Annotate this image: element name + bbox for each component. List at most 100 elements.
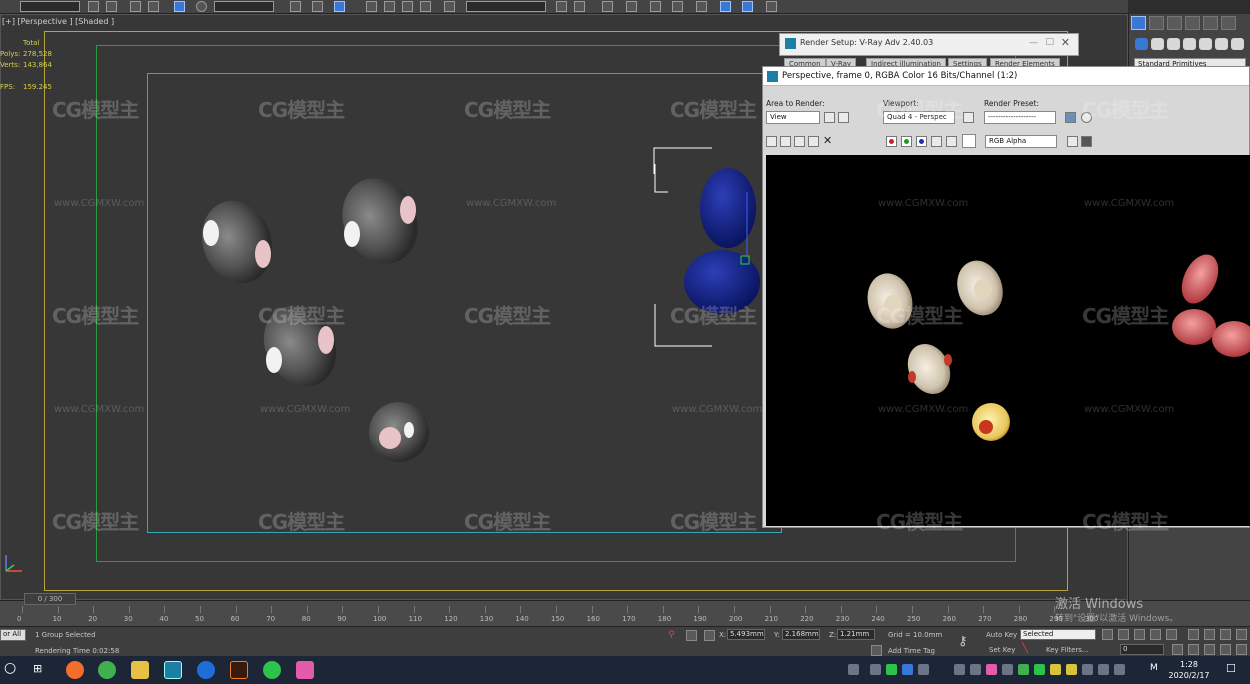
lock-viewport-icon[interactable] bbox=[963, 112, 974, 123]
named-selection-field[interactable] bbox=[466, 1, 546, 12]
space-warps-icon[interactable] bbox=[1215, 38, 1228, 50]
monochrome-icon[interactable] bbox=[946, 136, 957, 147]
system-clock[interactable]: 1:28 2020/2/17 bbox=[1164, 659, 1214, 681]
isolate-pin-icon[interactable]: ⚲ bbox=[668, 630, 679, 641]
tray-app-icon[interactable] bbox=[1034, 664, 1045, 675]
tray-app-icon[interactable] bbox=[1082, 664, 1093, 675]
tray-app-icon[interactable] bbox=[986, 664, 997, 675]
print-image-icon[interactable] bbox=[808, 136, 819, 147]
toggle-ui-overlay-icon[interactable] bbox=[1067, 136, 1078, 147]
script-listener-field[interactable]: or All bbox=[0, 629, 26, 641]
curve-editor-icon[interactable] bbox=[650, 1, 661, 12]
graphite-tools-icon[interactable] bbox=[626, 1, 637, 12]
auto-region-icon[interactable] bbox=[838, 112, 849, 123]
volume-icon[interactable] bbox=[1114, 664, 1125, 675]
rendered-frame-window[interactable]: Perspective, frame 0, RGBA Color 16 Bits… bbox=[762, 66, 1250, 528]
tray-app-icon[interactable] bbox=[970, 664, 981, 675]
zoom-extents-icon[interactable] bbox=[1220, 629, 1231, 640]
spinner-snap-icon[interactable] bbox=[420, 1, 431, 12]
illustrator-icon[interactable] bbox=[230, 661, 248, 679]
maximize-viewport-icon[interactable] bbox=[1236, 629, 1247, 640]
red-channel-icon[interactable] bbox=[886, 136, 897, 147]
mirror-icon[interactable] bbox=[556, 1, 567, 12]
time-config-icon[interactable] bbox=[1172, 644, 1183, 655]
geometry-icon[interactable] bbox=[1135, 38, 1148, 50]
display-tab[interactable] bbox=[1203, 16, 1218, 30]
tray-app-icon[interactable] bbox=[1066, 664, 1077, 675]
time-tag-icon[interactable] bbox=[871, 645, 882, 656]
rect-selection-icon[interactable] bbox=[130, 1, 141, 12]
file-explorer-icon[interactable] bbox=[131, 661, 149, 679]
motion-tab[interactable] bbox=[1185, 16, 1200, 30]
snaps-toggle-icon[interactable] bbox=[366, 1, 377, 12]
notifications-icon[interactable]: ☐ bbox=[1226, 662, 1236, 675]
clear-icon[interactable]: ✕ bbox=[823, 134, 832, 147]
tray-app-icon[interactable] bbox=[870, 664, 881, 675]
alpha-channel-icon[interactable] bbox=[931, 136, 942, 147]
minimize-icon[interactable]: — bbox=[1029, 38, 1038, 48]
helpers-icon[interactable] bbox=[1199, 38, 1212, 50]
render-production-icon[interactable] bbox=[766, 1, 777, 12]
copy-image-icon[interactable] bbox=[780, 136, 791, 147]
cell-object-1[interactable] bbox=[191, 191, 284, 293]
current-frame-field[interactable]: 0 bbox=[1120, 644, 1164, 655]
go-to-end-icon[interactable] bbox=[1166, 629, 1177, 640]
pan-icon[interactable] bbox=[1204, 644, 1215, 655]
selection-set-field[interactable] bbox=[20, 1, 80, 12]
frame-window-titlebar[interactable]: Perspective, frame 0, RGBA Color 16 Bits… bbox=[763, 67, 1249, 86]
x-coordinate-field[interactable]: 5.493mm bbox=[727, 629, 765, 640]
cell-object-2[interactable] bbox=[329, 166, 431, 276]
edge-icon[interactable] bbox=[197, 661, 215, 679]
edit-named-sets-icon[interactable] bbox=[444, 1, 455, 12]
wechat-tray-icon[interactable] bbox=[886, 664, 897, 675]
wechat-icon[interactable] bbox=[263, 661, 281, 679]
set-key-button[interactable]: Set Key bbox=[989, 646, 1015, 654]
people-icon[interactable] bbox=[848, 664, 859, 675]
add-time-tag[interactable]: Add Time Tag bbox=[888, 647, 935, 655]
close-icon[interactable]: ✕ bbox=[1061, 36, 1070, 49]
render-setup-window[interactable]: Render Setup: V-Ray Adv 2.40.03 — □ ✕ Co… bbox=[779, 33, 1079, 69]
tray-app-icon[interactable] bbox=[902, 664, 913, 675]
systems-icon[interactable] bbox=[1231, 38, 1244, 50]
channel-display-select[interactable]: RGB Alpha bbox=[985, 135, 1057, 148]
select-by-name-icon[interactable] bbox=[106, 1, 117, 12]
select-move-icon[interactable] bbox=[174, 1, 185, 12]
green-channel-icon[interactable] bbox=[901, 136, 912, 147]
keyboard-shortcut-icon[interactable] bbox=[334, 1, 345, 12]
percent-snap-icon[interactable] bbox=[402, 1, 413, 12]
go-to-start-icon[interactable] bbox=[1102, 629, 1113, 640]
utilities-tab[interactable] bbox=[1221, 16, 1236, 30]
timeline-ruler[interactable]: 0 10 20 30 40 50 60 70 80 90 100 110 120 130 140 150 160… bbox=[0, 606, 1098, 626]
cameras-icon[interactable] bbox=[1183, 38, 1196, 50]
time-slider[interactable]: 0 / 300 bbox=[24, 593, 76, 605]
material-editor-icon[interactable] bbox=[696, 1, 707, 12]
next-frame-icon[interactable] bbox=[1150, 629, 1161, 640]
layer-manager-icon[interactable] bbox=[602, 1, 613, 12]
edit-region-icon[interactable] bbox=[824, 112, 835, 123]
schematic-view-icon[interactable] bbox=[672, 1, 683, 12]
reference-coord-field[interactable] bbox=[214, 1, 274, 12]
render-setup-icon[interactable] bbox=[720, 1, 731, 12]
network-icon[interactable] bbox=[1098, 664, 1109, 675]
task-view-icon[interactable]: ⊞ bbox=[33, 662, 42, 675]
maximize-toggle-icon[interactable] bbox=[1236, 644, 1247, 655]
maximize-icon[interactable]: □ bbox=[1045, 37, 1054, 47]
cell-object-4[interactable] bbox=[369, 402, 429, 462]
hierarchy-tab[interactable] bbox=[1167, 16, 1182, 30]
browser-icon[interactable] bbox=[98, 661, 116, 679]
select-rotate-icon[interactable] bbox=[196, 1, 207, 12]
render-preset-select[interactable]: ------------------- bbox=[984, 111, 1056, 124]
key-set-select[interactable]: Selected bbox=[1020, 629, 1096, 640]
render-setup-icon[interactable] bbox=[1065, 112, 1076, 123]
y-coordinate-field[interactable]: 2.168mm bbox=[782, 629, 820, 640]
tray-app-icon[interactable] bbox=[1018, 664, 1029, 675]
lights-icon[interactable] bbox=[1167, 38, 1180, 50]
tray-app-icon[interactable] bbox=[1002, 664, 1013, 675]
area-to-render-select[interactable]: View bbox=[766, 111, 820, 124]
field-of-view-icon[interactable] bbox=[1188, 644, 1199, 655]
select-manipulate-icon[interactable] bbox=[312, 1, 323, 12]
absolute-mode-icon[interactable] bbox=[704, 630, 715, 641]
select-object-icon[interactable] bbox=[88, 1, 99, 12]
paint-app-icon[interactable] bbox=[296, 661, 314, 679]
auto-key-button[interactable]: Auto Key bbox=[986, 631, 1017, 639]
